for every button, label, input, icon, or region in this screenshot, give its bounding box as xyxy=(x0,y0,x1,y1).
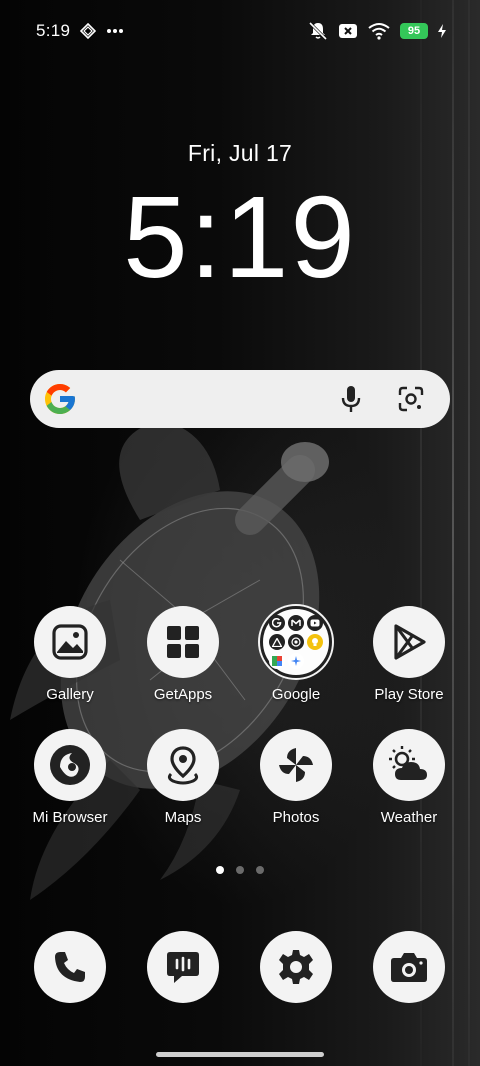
app-weather[interactable]: Weather xyxy=(354,729,464,826)
assistant-icon xyxy=(288,653,304,669)
messages-icon[interactable] xyxy=(147,931,219,1003)
phone-icon[interactable] xyxy=(34,931,106,1003)
drive-icon xyxy=(269,634,285,650)
getapps-icon[interactable] xyxy=(147,606,219,678)
dock-messages[interactable] xyxy=(147,931,219,1003)
app-play-store[interactable]: Play Store xyxy=(354,606,464,703)
weather-icon[interactable] xyxy=(373,729,445,801)
mute-icon xyxy=(308,21,328,41)
gallery-icon[interactable] xyxy=(34,606,106,678)
gesture-navigation-bar[interactable] xyxy=(156,1052,324,1057)
app-label: Google xyxy=(271,686,321,703)
dock-settings[interactable] xyxy=(260,931,332,1003)
google-icon xyxy=(269,615,285,631)
page-indicator xyxy=(0,866,480,874)
clock-date: Fri, Jul 17 xyxy=(187,140,293,166)
page-dot-2 xyxy=(236,866,244,874)
app-label: GetApps xyxy=(153,686,213,703)
one-icon xyxy=(269,653,285,669)
keep-icon xyxy=(307,634,323,650)
sim-off-icon xyxy=(338,23,358,39)
lens-icon[interactable] xyxy=(392,380,430,418)
gmail-icon xyxy=(288,615,304,631)
youtube-icon xyxy=(307,615,323,631)
page-dot-1 xyxy=(216,866,224,874)
dock-camera[interactable] xyxy=(373,931,445,1003)
diamond-icon xyxy=(80,23,97,39)
more-dots-icon xyxy=(106,28,124,34)
camera-icon[interactable] xyxy=(373,931,445,1003)
google-search-bar[interactable] xyxy=(30,370,450,428)
app-label: Gallery xyxy=(46,686,94,703)
page-dot-3 xyxy=(256,866,264,874)
microphone-icon[interactable] xyxy=(332,380,370,418)
photos-icon[interactable] xyxy=(260,729,332,801)
dock-phone[interactable] xyxy=(34,931,106,1003)
app-getapps[interactable]: GetApps xyxy=(128,606,238,703)
folder-icon[interactable] xyxy=(260,606,332,678)
battery-icon: 95 xyxy=(400,23,428,39)
app-label: Weather xyxy=(380,809,438,826)
maps-icon[interactable] xyxy=(147,729,219,801)
status-bar: 5:19 95 xyxy=(0,0,480,62)
settings-icon[interactable] xyxy=(260,931,332,1003)
app-gallery[interactable]: Gallery xyxy=(15,606,125,703)
chrome-icon xyxy=(288,634,304,650)
play-store-icon[interactable] xyxy=(373,606,445,678)
charging-icon xyxy=(438,24,446,38)
status-time: 5:19 xyxy=(36,21,71,40)
google-g-icon xyxy=(42,381,78,417)
wifi-icon xyxy=(368,22,390,40)
app-mi-browser[interactable]: Mi Browser xyxy=(15,729,125,826)
app-label: Photos xyxy=(272,809,320,826)
mi-browser-icon[interactable] xyxy=(34,729,106,801)
app-label: Maps xyxy=(164,809,202,826)
app-photos[interactable]: Photos xyxy=(241,729,351,826)
app-label: Play Store xyxy=(374,686,444,703)
clock-time: 5:19 xyxy=(123,172,357,302)
app-label: Mi Browser xyxy=(32,809,108,826)
app-google-folder[interactable]: Google xyxy=(241,606,351,703)
app-maps[interactable]: Maps xyxy=(128,729,238,826)
clock-widget[interactable]: Fri, Jul 17 5:19 xyxy=(0,140,480,295)
